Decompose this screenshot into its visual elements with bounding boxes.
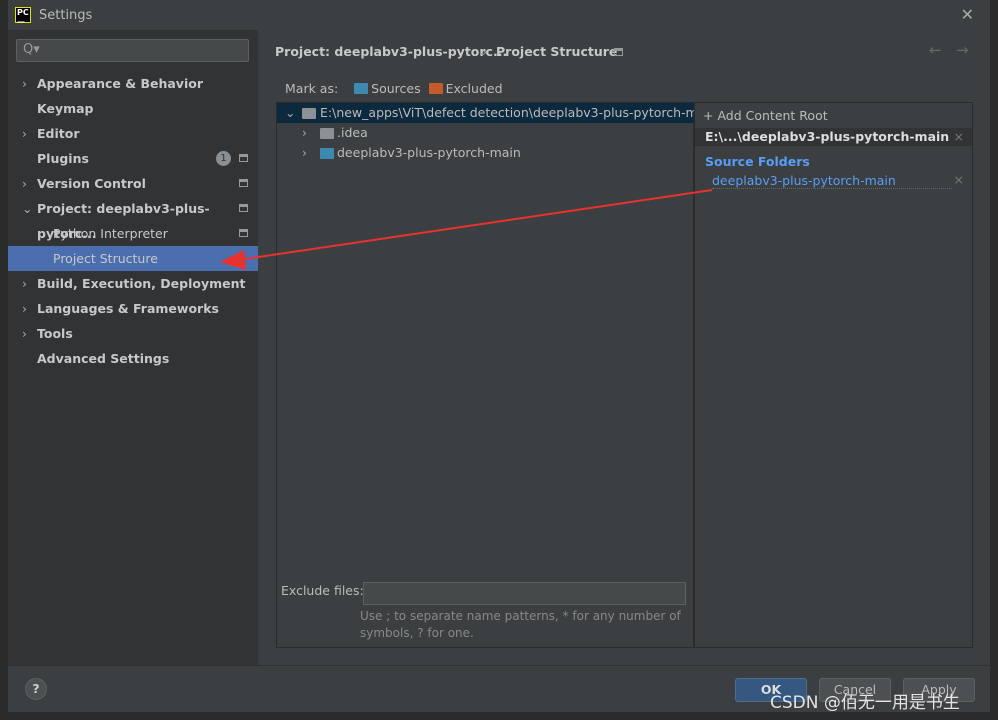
arrow-head-icon bbox=[220, 250, 246, 270]
watermark: CSDN @佰无一用是书生 bbox=[770, 693, 960, 713]
arrow-line bbox=[237, 189, 713, 261]
annotation-arrow bbox=[220, 189, 713, 270]
